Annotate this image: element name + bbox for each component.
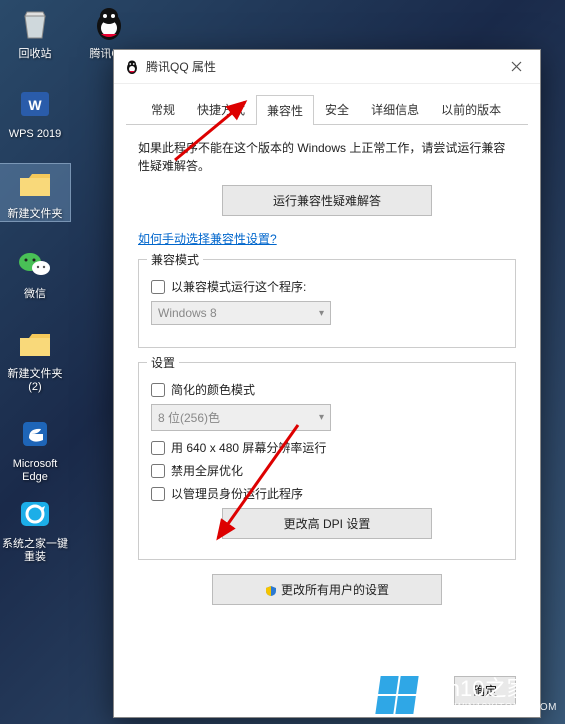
desktop-icon-recycle-bin[interactable]: 回收站 <box>0 4 70 61</box>
windows-logo-icon <box>375 676 418 714</box>
tab-security[interactable]: 安全 <box>314 94 360 124</box>
change-dpi-button[interactable]: 更改高 DPI 设置 <box>222 508 432 539</box>
folder-icon <box>15 324 55 364</box>
compat-mode-checkbox[interactable] <box>151 280 165 294</box>
qq-app-icon <box>124 59 140 75</box>
checkbox-label: 简化的颜色模式 <box>171 381 255 398</box>
icon-label: 新建文件夹 (2) <box>0 368 70 394</box>
tab-general[interactable]: 常规 <box>140 94 186 124</box>
shield-icon <box>265 585 277 597</box>
icon-label: 微信 <box>0 288 70 301</box>
watermark-title: Win10之家 <box>422 677 557 701</box>
run-admin-checkbox-row[interactable]: 以管理员身份运行此程序 <box>151 485 503 502</box>
tab-details[interactable]: 详细信息 <box>360 94 430 124</box>
desktop-icon-new-folder[interactable]: 新建文件夹 <box>0 164 70 221</box>
reinstall-icon <box>15 494 55 534</box>
desktop-icon-new-folder-2[interactable]: 新建文件夹 (2) <box>0 324 70 394</box>
tab-shortcut[interactable]: 快捷方式 <box>186 94 256 124</box>
lowres-checkbox[interactable] <box>151 441 165 455</box>
wechat-icon <box>15 244 55 284</box>
compat-mode-checkbox-row[interactable]: 以兼容模式运行这个程序: <box>151 278 503 295</box>
tab-compatibility[interactable]: 兼容性 <box>256 95 314 125</box>
folder-icon <box>15 164 55 204</box>
titlebar[interactable]: 腾讯QQ 属性 <box>114 50 540 84</box>
select-value: Windows 8 <box>158 306 217 320</box>
settings-group: 设置 简化的颜色模式 8 位(256)色 ▾ 用 640 x 480 屏幕分辨率… <box>138 362 516 560</box>
reduced-color-checkbox[interactable] <box>151 383 165 397</box>
desktop-icon-wps[interactable]: W WPS 2019 <box>0 84 70 141</box>
tab-bar: 常规 快捷方式 兼容性 安全 详细信息 以前的版本 <box>126 84 528 125</box>
desktop-icon-sys-reinstall[interactable]: 系统之家一键重装 <box>0 494 70 564</box>
help-link[interactable]: 如何手动选择兼容性设置? <box>138 230 277 247</box>
troubleshoot-button[interactable]: 运行兼容性疑难解答 <box>222 185 432 216</box>
desktop-icon-edge[interactable]: Microsoft Edge <box>0 414 70 484</box>
icon-label: WPS 2019 <box>0 128 70 141</box>
close-icon <box>511 61 522 72</box>
intro-text: 如果此程序不能在这个版本的 Windows 上正常工作，请尝试运行兼容性疑难解答… <box>138 139 516 175</box>
qq-icon <box>89 4 129 44</box>
compat-mode-group: 兼容模式 以兼容模式运行这个程序: Windows 8 ▾ <box>138 259 516 348</box>
desktop-icon-wechat[interactable]: 微信 <box>0 244 70 301</box>
checkbox-label: 以兼容模式运行这个程序: <box>171 278 306 295</box>
checkbox-label: 以管理员身份运行此程序 <box>171 485 303 502</box>
tab-previous-versions[interactable]: 以前的版本 <box>430 94 512 124</box>
lowres-checkbox-row[interactable]: 用 640 x 480 屏幕分辨率运行 <box>151 439 503 456</box>
close-button[interactable] <box>496 53 536 81</box>
reduced-color-checkbox-row[interactable]: 简化的颜色模式 <box>151 381 503 398</box>
properties-dialog: 腾讯QQ 属性 常规 快捷方式 兼容性 安全 详细信息 以前的版本 如果此程序不… <box>113 49 541 718</box>
svg-text:W: W <box>28 97 42 113</box>
recycle-bin-icon <box>15 4 55 44</box>
chevron-down-icon: ▾ <box>319 412 324 423</box>
chevron-down-icon: ▾ <box>319 308 324 319</box>
edge-icon <box>15 414 55 454</box>
icon-label: Microsoft Edge <box>0 458 70 484</box>
change-all-users-button[interactable]: 更改所有用户的设置 <box>212 574 442 605</box>
group-title: 设置 <box>147 354 179 371</box>
compat-mode-select[interactable]: Windows 8 ▾ <box>151 301 331 325</box>
wps-icon: W <box>15 84 55 124</box>
disable-fullscreen-checkbox[interactable] <box>151 464 165 478</box>
icon-label: 系统之家一键重装 <box>0 538 70 564</box>
disable-fullscreen-checkbox-row[interactable]: 禁用全屏优化 <box>151 462 503 479</box>
checkbox-label: 禁用全屏优化 <box>171 462 243 479</box>
group-title: 兼容模式 <box>147 251 203 268</box>
button-label: 更改所有用户的设置 <box>281 583 389 597</box>
color-mode-select[interactable]: 8 位(256)色 ▾ <box>151 404 331 431</box>
dialog-title: 腾讯QQ 属性 <box>146 58 216 75</box>
run-admin-checkbox[interactable] <box>151 487 165 501</box>
watermark-url: WWW.WIN10XITONG.COM <box>422 702 557 713</box>
tab-content: 如果此程序不能在这个版本的 Windows 上正常工作，请尝试运行兼容性疑难解答… <box>114 125 540 621</box>
checkbox-label: 用 640 x 480 屏幕分辨率运行 <box>171 439 326 456</box>
watermark: Win10之家 WWW.WIN10XITONG.COM <box>378 676 557 714</box>
select-value: 8 位(256)色 <box>158 409 220 426</box>
icon-label: 新建文件夹 <box>0 208 70 221</box>
icon-label: 回收站 <box>0 48 70 61</box>
